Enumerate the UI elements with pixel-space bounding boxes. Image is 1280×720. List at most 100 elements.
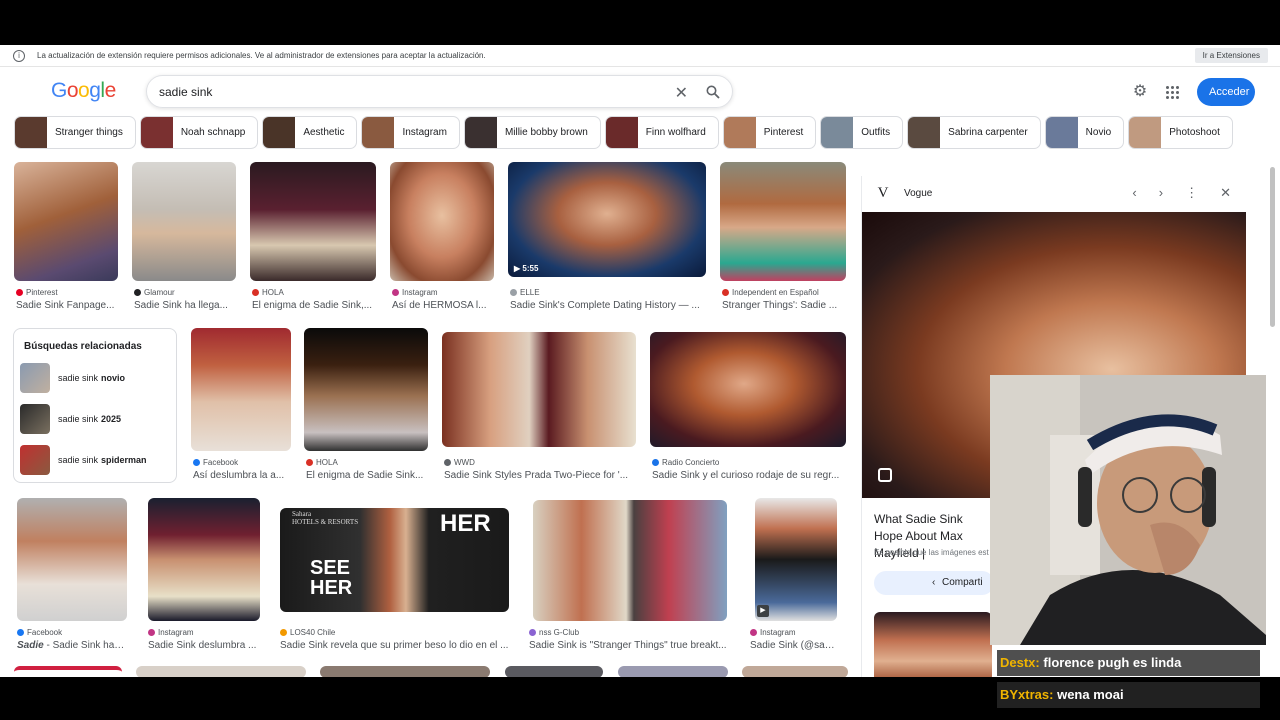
source-name: LOS40 Chile xyxy=(290,628,336,637)
result-source: Instagram xyxy=(750,628,796,637)
result-video-thumbnail[interactable]: ▶ 5:55 xyxy=(508,162,706,277)
result-image[interactable] xyxy=(650,332,846,447)
scrollbar-thumb[interactable] xyxy=(1270,167,1275,327)
refinement-chip[interactable]: Millie bobby brown xyxy=(463,116,601,149)
result-image[interactable] xyxy=(533,500,727,621)
result-image[interactable] xyxy=(132,162,236,281)
related-thumbnail xyxy=(20,403,50,434)
result-image[interactable]: SEE HER HER Sahara HOTELS & RESORTS xyxy=(280,508,509,612)
result-image[interactable] xyxy=(618,666,728,677)
refinement-chip[interactable]: Stranger things xyxy=(14,116,136,149)
source-name: Facebook xyxy=(27,628,63,637)
chip-label: Stranger things xyxy=(55,127,123,138)
image-text-hotels: Sahara HOTELS & RESORTS xyxy=(292,510,359,526)
go-to-extensions-button[interactable]: Ir a Extensiones xyxy=(1194,48,1268,63)
video-play-icon: ▶ xyxy=(757,605,769,617)
share-icon: ‹ xyxy=(932,577,936,588)
related-prefix: sadie sink xyxy=(58,413,99,424)
clear-icon[interactable]: ✕ xyxy=(675,83,688,103)
video-duration: ▶ 5:55 xyxy=(514,264,539,273)
lens-icon[interactable] xyxy=(878,468,892,482)
result-image[interactable] xyxy=(720,162,846,281)
result-source: Facebook xyxy=(17,628,62,637)
result-image[interactable] xyxy=(320,666,490,677)
refinement-chip[interactable]: Pinterest xyxy=(722,116,817,149)
chip-thumbnail xyxy=(263,117,296,148)
search-icon[interactable] xyxy=(706,85,720,99)
chip-thumbnail xyxy=(821,117,854,148)
source-name: Radio Concierto xyxy=(662,458,720,467)
close-icon[interactable]: ✕ xyxy=(1220,185,1231,201)
result-caption[interactable]: Sadie Sink (@sadi... xyxy=(750,640,840,651)
chip-thumbnail xyxy=(605,117,638,148)
chip-label: Photoshoot xyxy=(1169,127,1220,138)
result-image[interactable] xyxy=(505,666,603,677)
result-image[interactable] xyxy=(136,666,306,677)
result-caption[interactable]: El enigma de Sadie Sink,... xyxy=(252,300,378,311)
result-image[interactable] xyxy=(304,328,428,451)
related-item[interactable]: sadie sink novio xyxy=(14,357,176,398)
result-caption[interactable]: Así de HERMOSA l... xyxy=(392,300,496,311)
panel-source[interactable]: Vogue xyxy=(904,188,932,199)
google-logo[interactable]: Google xyxy=(51,79,116,103)
chat-user: BYxtras: xyxy=(1000,687,1054,702)
image-text-her: HER xyxy=(440,510,491,537)
extension-infobar: i La actualización de extensión requiere… xyxy=(0,45,1280,67)
refinement-chip[interactable]: Sabrina carpenter xyxy=(907,116,1041,149)
result-image[interactable] xyxy=(191,328,291,451)
result-caption[interactable]: El enigma de Sadie Sink... xyxy=(306,470,430,481)
result-caption[interactable]: Sadie Sink revela que su primer beso lo … xyxy=(280,640,509,651)
result-image[interactable] xyxy=(742,666,848,677)
result-source: LOS40 Chile xyxy=(280,628,335,637)
result-image[interactable] xyxy=(442,332,636,447)
result-caption[interactable]: Sadie Sink y el curioso rodaje de su reg… xyxy=(652,470,848,481)
search-input[interactable] xyxy=(159,84,639,99)
refinement-chip[interactable]: Novio xyxy=(1044,116,1125,149)
chat-text: wena moai xyxy=(1057,687,1124,702)
result-caption[interactable]: Sadie Sink Styles Prada Two-Piece for '.… xyxy=(444,470,638,481)
result-caption[interactable]: Así deslumbra la a... xyxy=(193,470,293,481)
related-item[interactable]: sadie sink 2025 xyxy=(14,398,176,439)
refinement-chip[interactable]: Finn wolfhard xyxy=(604,116,719,149)
chip-label: Sabrina carpenter xyxy=(948,127,1028,138)
chevron-right-icon[interactable]: › xyxy=(1159,185,1163,201)
webcam-overlay xyxy=(990,375,1266,645)
result-caption[interactable]: Sadie Sink Fanpage... xyxy=(16,300,120,311)
apps-grid-icon[interactable] xyxy=(1161,81,1183,103)
gear-icon[interactable]: ⚙ xyxy=(1129,81,1151,103)
related-preview-image[interactable] xyxy=(874,612,992,677)
refinement-chip[interactable]: Outfits xyxy=(820,116,904,149)
panel-nav: ‹ › ⋮ ✕ xyxy=(1132,185,1231,201)
result-image[interactable] xyxy=(250,162,376,281)
result-source: Pinterest xyxy=(16,288,58,297)
refinement-chip[interactable]: Aesthetic xyxy=(262,116,358,149)
refinement-chip[interactable]: Noah schnapp xyxy=(139,116,259,149)
result-image[interactable] xyxy=(17,498,127,621)
result-image[interactable] xyxy=(148,498,260,621)
more-vert-icon[interactable]: ⋮ xyxy=(1185,185,1198,201)
result-image[interactable] xyxy=(390,162,494,281)
result-caption[interactable]: Sadie - Sadie Sink hac... xyxy=(17,640,127,651)
result-caption[interactable]: Sadie Sink ha llega... xyxy=(134,300,238,311)
chip-label: Millie bobby brown xyxy=(504,127,588,138)
result-caption[interactable]: Sadie Sink's Complete Dating History — .… xyxy=(510,300,708,311)
result-image[interactable]: ▶ xyxy=(755,498,837,621)
related-title: Búsquedas relacionadas xyxy=(24,341,142,352)
refinement-chip[interactable]: Instagram xyxy=(361,116,460,149)
result-image[interactable] xyxy=(14,162,118,281)
result-caption[interactable]: Sadie Sink deslumbra ... xyxy=(148,640,260,651)
logo-letter: e xyxy=(104,79,117,102)
refinement-chip[interactable]: Photoshoot xyxy=(1128,116,1233,149)
sign-in-button[interactable]: Acceder xyxy=(1197,78,1255,106)
result-source: HOLA xyxy=(306,458,338,467)
source-name: Instagram xyxy=(402,288,438,297)
share-button[interactable]: ‹ Comparti xyxy=(874,571,994,595)
page-scrollbar[interactable] xyxy=(1268,67,1278,677)
result-caption[interactable]: Sadie Sink is "Stranger Things" true bre… xyxy=(529,640,729,651)
related-item[interactable]: sadie sink spiderman xyxy=(14,439,176,480)
chevron-left-icon[interactable]: ‹ xyxy=(1132,185,1136,201)
result-image[interactable] xyxy=(14,666,122,677)
result-caption[interactable]: Stranger Things': Sadie ... xyxy=(722,300,848,311)
caption-bold: Sadie xyxy=(17,640,44,651)
chip-label: Aesthetic xyxy=(303,127,345,138)
